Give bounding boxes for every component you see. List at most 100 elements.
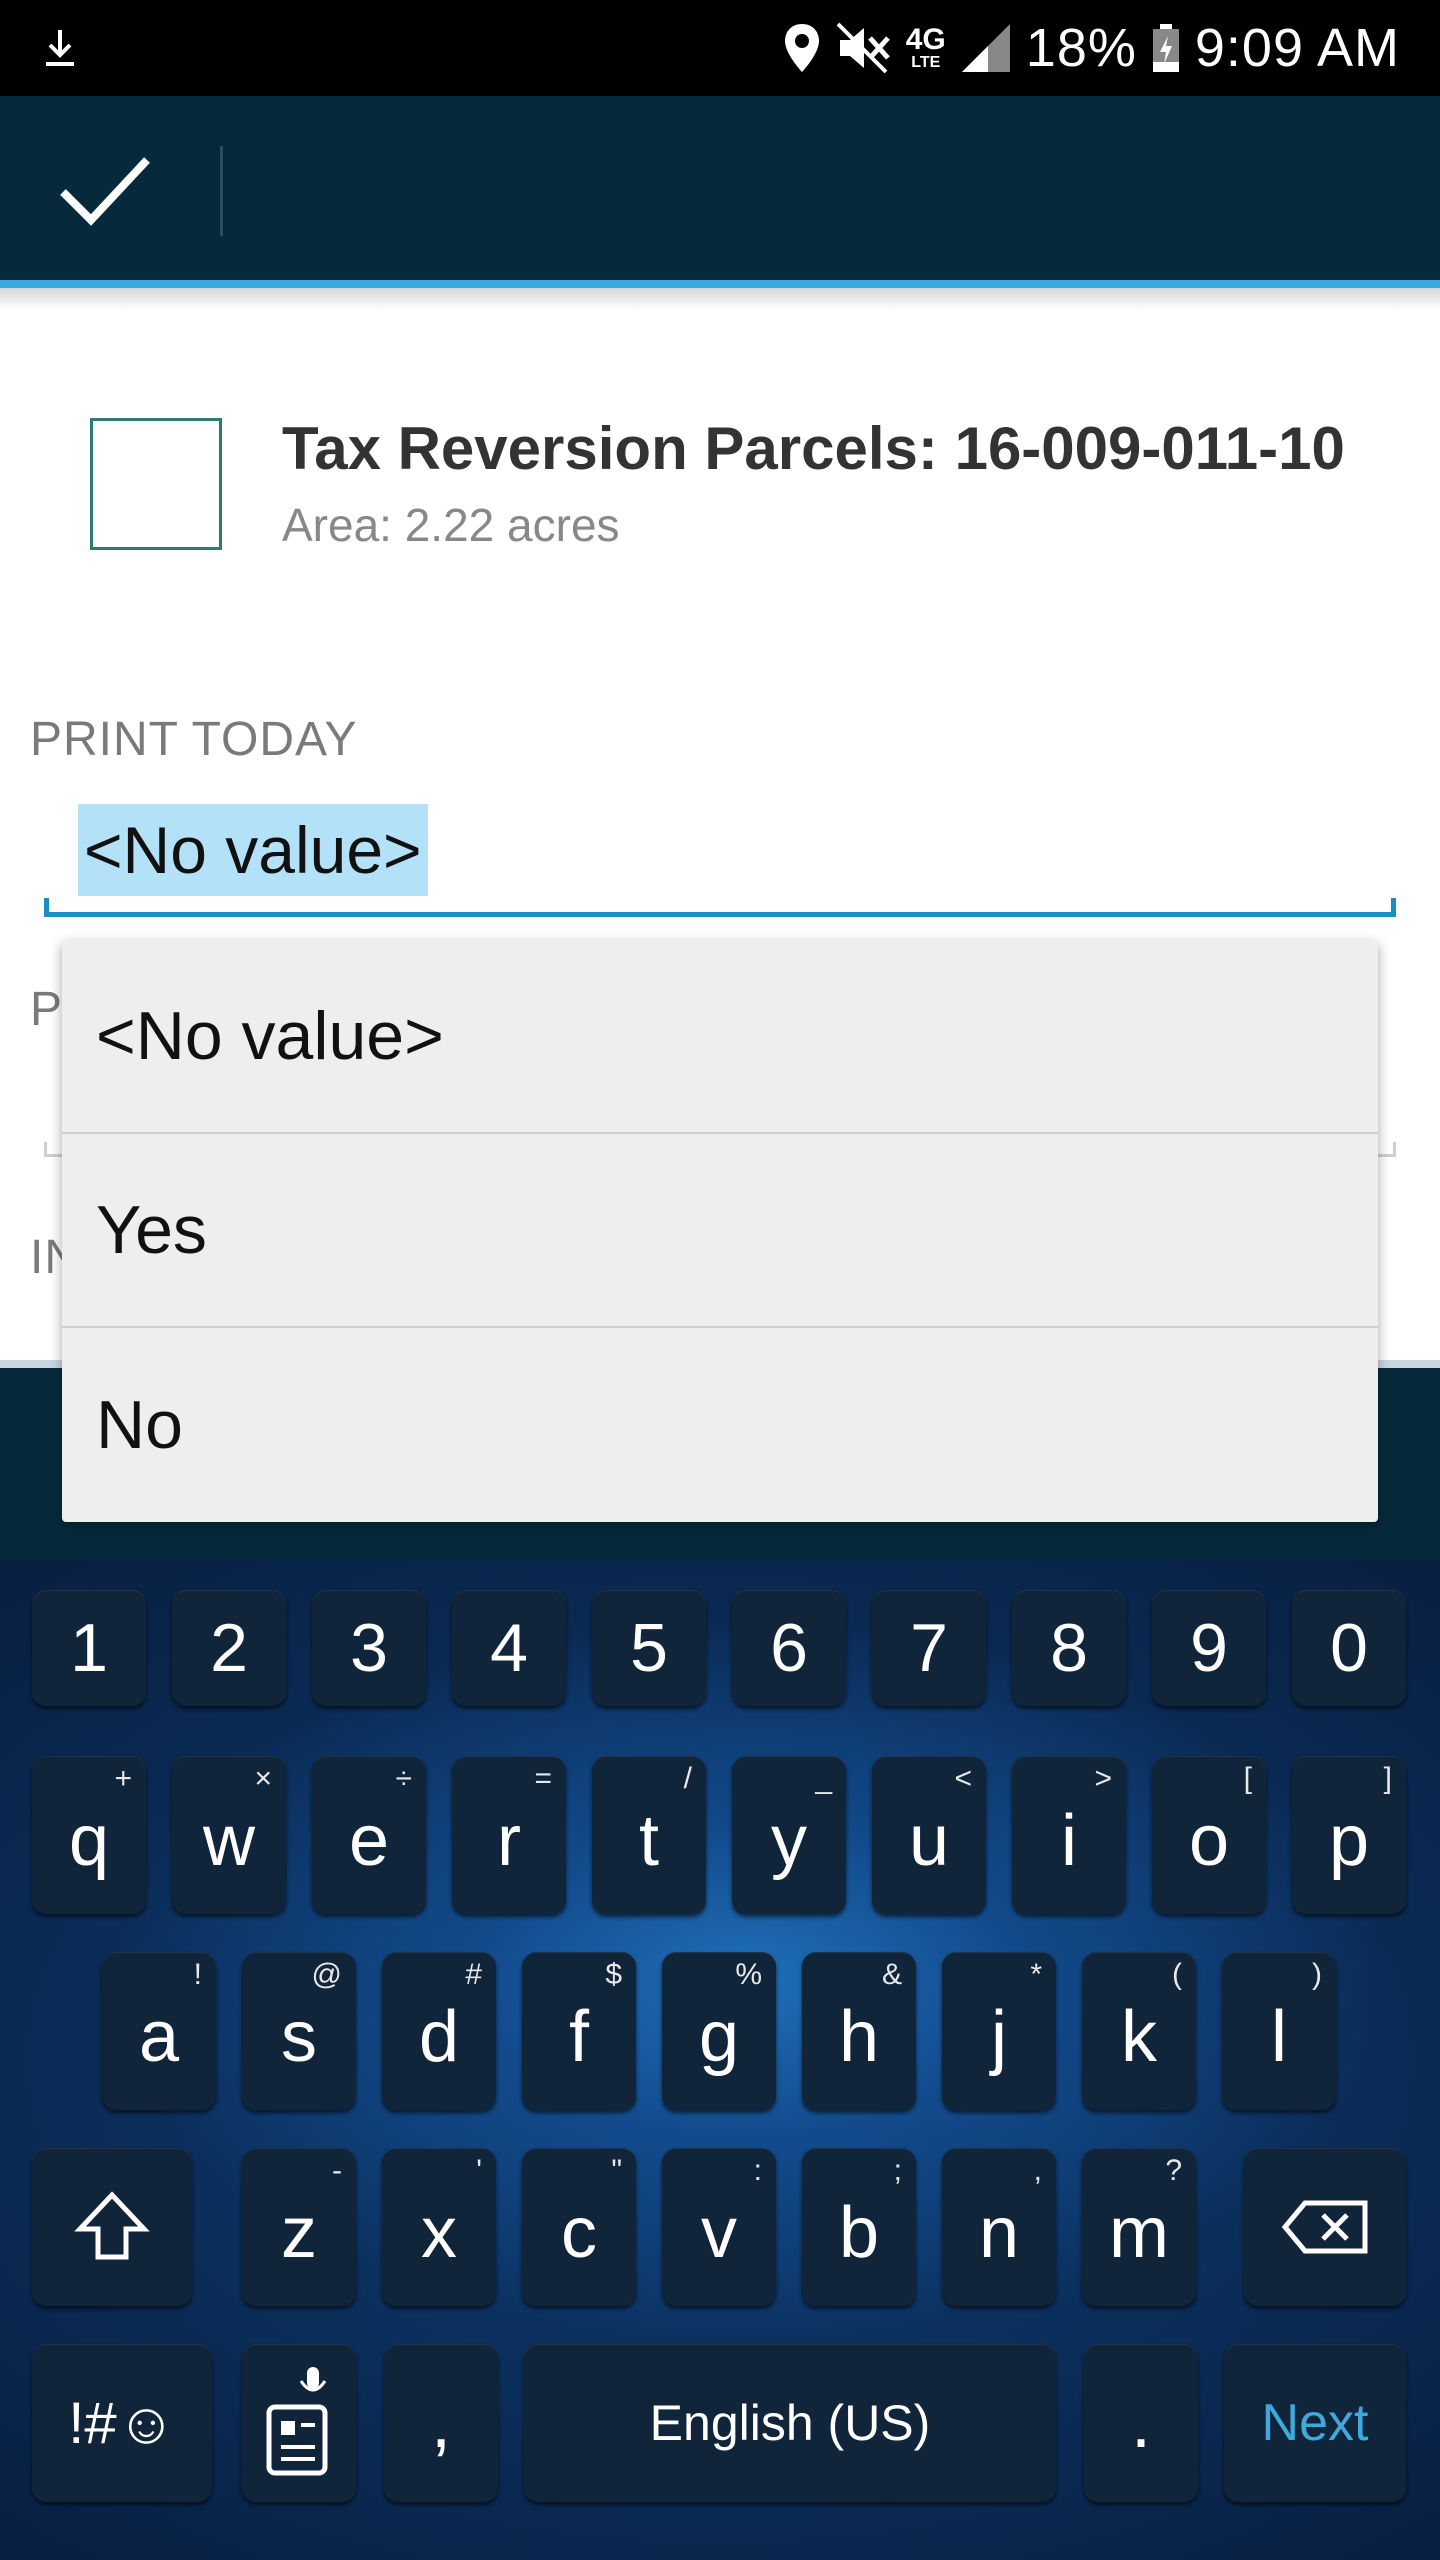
key-h[interactable]: & h: [802, 1952, 916, 2110]
key-label: n: [978, 2193, 1020, 2273]
key-g[interactable]: % g: [662, 1952, 776, 2110]
key-hint: ;: [893, 2154, 902, 2187]
accent-line: [0, 280, 1440, 288]
key-8[interactable]: 8: [1012, 1590, 1126, 1706]
key-z[interactable]: -z: [242, 2148, 356, 2306]
key-hint: (: [1172, 1958, 1182, 1991]
key-3[interactable]: 3: [312, 1590, 426, 1706]
status-icons: 4G LTE 18% 9:09 AM: [782, 0, 1400, 96]
key-hint: ÷: [395, 1762, 412, 1795]
key-t[interactable]: / t: [592, 1756, 706, 1914]
period-key[interactable]: .: [1084, 2344, 1198, 2502]
key-label: u: [908, 1801, 950, 1881]
key-m[interactable]: ? m: [1082, 2148, 1196, 2306]
key-label: 5: [630, 1610, 668, 1686]
checkmark-icon: [60, 157, 150, 226]
key-label: j: [991, 1997, 1007, 2077]
print-today-label: PRINT TODAY: [30, 713, 358, 766]
key-r[interactable]: = r: [452, 1756, 566, 1914]
next-key[interactable]: Next: [1224, 2344, 1406, 2502]
key-p[interactable]: ] p: [1292, 1756, 1406, 1914]
key-o[interactable]: [o: [1152, 1756, 1266, 1914]
key-c[interactable]: " c: [522, 2148, 636, 2306]
key-u[interactable]: < u: [872, 1756, 986, 1914]
key-hint: [: [1243, 1762, 1252, 1795]
key-i[interactable]: > i: [1012, 1756, 1126, 1914]
key-7[interactable]: 7: [872, 1590, 986, 1706]
key-n[interactable]: ,n: [942, 2148, 1056, 2306]
key-hint: *: [1030, 1958, 1042, 1991]
key-e[interactable]: ÷ e: [312, 1756, 426, 1914]
key-b[interactable]: ; b: [802, 2148, 916, 2306]
key-label: q: [68, 1801, 110, 1881]
key-label: 2: [210, 1610, 248, 1686]
key-label: v: [701, 2193, 737, 2273]
key-q[interactable]: + q: [32, 1756, 146, 1914]
network-indicator: 4G LTE: [906, 25, 946, 71]
key-label: 4: [490, 1610, 528, 1686]
symbols-key[interactable]: !#☺: [32, 2344, 212, 2502]
key-hint: ': [476, 2154, 482, 2187]
print-today-select[interactable]: <No value>: [44, 800, 1396, 920]
key-v[interactable]: :v: [662, 2148, 776, 2306]
key-hint: -: [332, 2154, 342, 2187]
key-hint: =: [534, 1762, 552, 1795]
period-label: .: [1130, 2383, 1151, 2463]
key-label: 3: [350, 1610, 388, 1686]
key-5[interactable]: 5: [592, 1590, 706, 1706]
feature-title: Tax Reversion Parcels: 16-009-011-10: [282, 415, 1345, 482]
key-1[interactable]: 1: [32, 1590, 146, 1706]
key-s[interactable]: @ s: [242, 1952, 356, 2110]
shift-icon: [74, 2191, 150, 2260]
network-sub: LTE: [911, 54, 941, 71]
key-label: e: [348, 1801, 390, 1881]
voice-clipboard-key[interactable]: [242, 2344, 356, 2502]
dropdown-option-no[interactable]: No: [62, 1328, 1378, 1522]
key-label: 6: [770, 1610, 808, 1686]
space-key[interactable]: English (US): [524, 2344, 1056, 2502]
key-label: x: [421, 2193, 457, 2273]
key-k[interactable]: (k: [1082, 1952, 1196, 2110]
key-hint: ): [1312, 1958, 1322, 1991]
key-label: t: [638, 1801, 659, 1881]
key-l[interactable]: ) l: [1222, 1952, 1336, 2110]
key-2[interactable]: 2: [172, 1590, 286, 1706]
key-d[interactable]: # d: [382, 1952, 496, 2110]
key-label: l: [1271, 1997, 1287, 2077]
key-y[interactable]: _ y: [732, 1756, 846, 1914]
key-hint: /: [683, 1762, 692, 1795]
soft-keyboard: 1 2 3 4 5 6 7 8 9 0 + q × w ÷ e = r / t _ y < u > i[o] p! a @ s # d $ f% g…: [0, 1560, 1440, 2560]
action-bar: [0, 96, 1440, 284]
feature-checkbox[interactable]: [90, 418, 222, 550]
shift-key[interactable]: [32, 2148, 192, 2306]
key-label: o: [1188, 1801, 1230, 1881]
dropdown-option-no-value[interactable]: <No value>: [62, 940, 1378, 1134]
key-w[interactable]: × w: [172, 1756, 286, 1914]
key-label: m: [1109, 2193, 1169, 2273]
confirm-button[interactable]: [40, 132, 170, 248]
key-0[interactable]: 0: [1292, 1590, 1406, 1706]
key-f[interactable]: $ f: [522, 1952, 636, 2110]
key-hint: $: [605, 1958, 622, 1991]
action-bar-divider: [220, 146, 223, 236]
key-j[interactable]: * j: [942, 1952, 1056, 2110]
key-label: f: [568, 1997, 589, 2077]
dropdown-option-yes[interactable]: Yes: [62, 1134, 1378, 1328]
key-label: a: [138, 1997, 180, 2077]
key-label: c: [561, 2193, 597, 2273]
key-x[interactable]: ' x: [382, 2148, 496, 2306]
key-hint: >: [1094, 1762, 1112, 1795]
key-hint: :: [753, 2154, 762, 2187]
key-hint: ×: [254, 1762, 272, 1795]
key-label: g: [698, 1997, 740, 2077]
key-hint: <: [954, 1762, 972, 1795]
key-9[interactable]: 9: [1152, 1590, 1266, 1706]
key-label: d: [418, 1997, 460, 2077]
key-4[interactable]: 4: [452, 1590, 566, 1706]
key-a[interactable]: ! a: [102, 1952, 216, 2110]
key-6[interactable]: 6: [732, 1590, 846, 1706]
status-bar: 4G LTE 18% 9:09 AM: [0, 0, 1440, 96]
backspace-key[interactable]: [1244, 2148, 1406, 2306]
next-label: Next: [1261, 2394, 1369, 2452]
comma-key[interactable]: ,: [384, 2344, 498, 2502]
